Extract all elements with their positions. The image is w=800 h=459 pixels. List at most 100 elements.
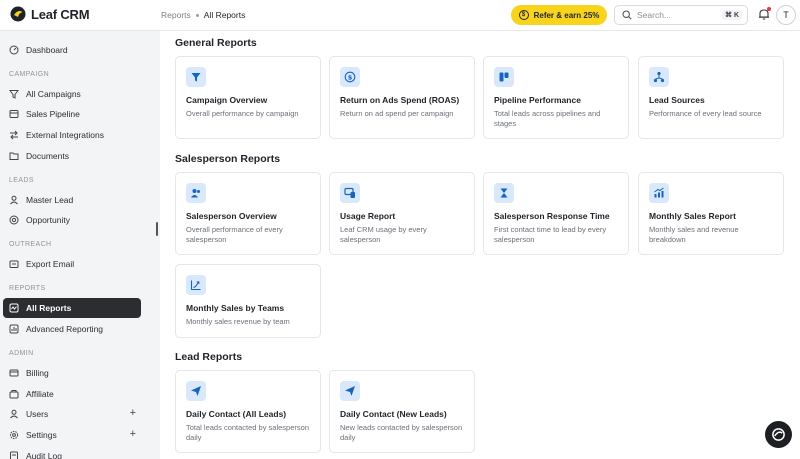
notifications-button[interactable] bbox=[757, 7, 771, 21]
section-admin: ADMIN bbox=[9, 350, 34, 357]
sidebar-item-affiliate[interactable]: Affiliate bbox=[3, 384, 141, 404]
sidebar-item-billing[interactable]: Billing bbox=[3, 363, 141, 383]
trend-up-icon bbox=[186, 275, 206, 295]
sidebar-item-label: All Reports bbox=[26, 303, 72, 313]
report-card-salesperson-overview[interactable]: Salesperson Overview Overall performance… bbox=[175, 172, 321, 255]
sidebar-item-audit-log[interactable]: Audit Log bbox=[3, 446, 141, 459]
dashboard-icon bbox=[9, 45, 19, 55]
coin-icon: $ bbox=[518, 10, 529, 20]
sidebar-item-export-email[interactable]: Export Email bbox=[3, 254, 141, 274]
general-reports-title: General Reports bbox=[175, 37, 257, 49]
card-title: Campaign Overview bbox=[186, 95, 268, 105]
audit-log-icon bbox=[10, 451, 18, 459]
export-icon bbox=[9, 260, 19, 268]
user-icon bbox=[10, 195, 18, 205]
target-icon bbox=[9, 215, 19, 225]
search-input[interactable] bbox=[637, 10, 717, 20]
sidebar-item-advanced-reporting[interactable]: Advanced Reporting bbox=[3, 319, 141, 339]
refer-earn-button[interactable]: $ Refer & earn 25% bbox=[511, 5, 607, 25]
card-description: Total leads across pipelines and stages bbox=[494, 109, 601, 128]
sources-icon bbox=[649, 67, 669, 87]
card-title: Lead Sources bbox=[649, 95, 705, 105]
card-description: Monthly sales and revenue breakdown bbox=[649, 225, 739, 244]
sidebar-item-all-reports[interactable]: All Reports bbox=[3, 298, 141, 318]
salesperson-reports-title: Salesperson Reports bbox=[175, 153, 281, 165]
sidebar-item-label: Documents bbox=[26, 151, 69, 161]
send-icon bbox=[186, 381, 206, 401]
settings-expand-plus-icon[interactable]: + bbox=[130, 428, 136, 440]
sidebar-item-settings[interactable]: Settings + bbox=[3, 425, 141, 445]
sidebar-item-opportunity[interactable]: Opportunity bbox=[3, 210, 141, 230]
affiliate-icon bbox=[9, 390, 19, 399]
sidebar-item-dashboard[interactable]: Dashboard bbox=[3, 40, 141, 60]
sidebar-item-all-campaigns[interactable]: All Campaigns bbox=[3, 84, 141, 104]
report-card-daily-contact-new-leads[interactable]: Daily Contact (New Leads) New leads cont… bbox=[329, 370, 475, 453]
card-description: Return on ad spend per campaign bbox=[340, 109, 454, 118]
section-outreach: OUTREACH bbox=[9, 241, 52, 248]
search-icon bbox=[622, 10, 632, 20]
filter-icon bbox=[9, 90, 19, 99]
bar-trend-icon bbox=[649, 183, 669, 203]
search-shortcut: ⌘ K bbox=[722, 10, 742, 20]
report-card-campaign-overview[interactable]: Campaign Overview Overall performance by… bbox=[175, 56, 321, 139]
card-description: Overall performance by campaign bbox=[186, 109, 299, 118]
report-card-monthly-sales-by-teams[interactable]: Monthly Sales by Teams Monthly sales rev… bbox=[175, 264, 321, 338]
send-icon bbox=[340, 381, 360, 401]
breadcrumb-current: All Reports bbox=[203, 10, 246, 20]
sidebar-resize-handle[interactable] bbox=[156, 222, 158, 236]
search-box[interactable]: ⌘ K bbox=[614, 5, 748, 25]
users-icon bbox=[10, 409, 18, 419]
users-expand-plus-icon[interactable]: + bbox=[130, 407, 136, 419]
section-campaign: CAMPAIGN bbox=[9, 71, 50, 78]
sidebar-item-label: Settings bbox=[26, 430, 57, 440]
dollar-cycle-icon: $ bbox=[340, 67, 360, 87]
sidebar-item-label: Opportunity bbox=[26, 215, 70, 225]
report-card-pipeline-performance[interactable]: Pipeline Performance Total leads across … bbox=[483, 56, 629, 139]
support-logo-icon bbox=[772, 428, 785, 441]
section-leads: LEADS bbox=[9, 177, 34, 184]
funnel-icon bbox=[186, 67, 206, 87]
lead-reports-title: Lead Reports bbox=[175, 351, 243, 363]
card-description: Total leads contacted by salesperson dai… bbox=[186, 423, 309, 442]
card-description: First contact time to lead by every sale… bbox=[494, 225, 607, 244]
report-card-roas[interactable]: $ Return on Ads Spend (ROAS) Return on a… bbox=[329, 56, 475, 139]
svg-text:$: $ bbox=[348, 73, 353, 81]
sidebar-item-users[interactable]: Users + bbox=[3, 404, 141, 424]
sidebar-item-sales-pipeline[interactable]: Sales Pipeline bbox=[3, 104, 141, 124]
sidebar-item-documents[interactable]: Documents bbox=[3, 146, 141, 166]
breadcrumb-reports[interactable]: Reports bbox=[161, 10, 191, 20]
chat-support-button[interactable] bbox=[765, 421, 792, 448]
report-card-monthly-sales-report[interactable]: Monthly Sales Report Monthly sales and r… bbox=[638, 172, 784, 255]
sidebar-item-label: Billing bbox=[26, 368, 49, 378]
section-reports: REPORTS bbox=[9, 285, 46, 292]
kanban-icon bbox=[494, 67, 514, 87]
card-title: Salesperson Response Time bbox=[494, 211, 610, 221]
card-description: Overall performance of every salesperson bbox=[186, 225, 283, 244]
sidebar-item-label: Affiliate bbox=[26, 389, 54, 399]
main-content: General Reports Campaign Overview Overal… bbox=[160, 31, 800, 459]
top-bar: Leaf CRM Reports All Reports $ Refer & e… bbox=[0, 0, 800, 31]
folder-icon bbox=[9, 152, 19, 160]
report-card-usage-report[interactable]: Usage Report Leaf CRM usage by every sal… bbox=[329, 172, 475, 255]
sidebar-item-label: Master Lead bbox=[26, 195, 74, 205]
avatar[interactable]: T bbox=[776, 5, 796, 25]
report-card-salesperson-response-time[interactable]: Salesperson Response Time First contact … bbox=[483, 172, 629, 255]
sidebar-item-master-lead[interactable]: Master Lead bbox=[3, 190, 141, 210]
reports-icon bbox=[9, 303, 19, 313]
card-description: Performance of every lead source bbox=[649, 109, 762, 118]
advanced-report-icon bbox=[9, 324, 19, 334]
sidebar-item-label: Dashboard bbox=[26, 45, 68, 55]
sidebar-item-label: Export Email bbox=[26, 259, 75, 269]
leaf-logo-icon bbox=[10, 6, 26, 22]
sidebar-item-label: Users bbox=[26, 409, 49, 419]
sidebar-item-label: Audit Log bbox=[26, 451, 62, 459]
card-title: Monthly Sales by Teams bbox=[186, 303, 285, 313]
brand[interactable]: Leaf CRM bbox=[10, 6, 90, 22]
notification-dot bbox=[767, 7, 771, 11]
hourglass-icon bbox=[494, 183, 514, 203]
card-title: Return on Ads Spend (ROAS) bbox=[340, 95, 460, 105]
sidebar: Dashboard CAMPAIGN All Campaigns Sales P… bbox=[0, 31, 150, 459]
report-card-lead-sources[interactable]: Lead Sources Performance of every lead s… bbox=[638, 56, 784, 139]
report-card-daily-contact-all-leads[interactable]: Daily Contact (All Leads) Total leads co… bbox=[175, 370, 321, 453]
sidebar-item-external-integrations[interactable]: External Integrations bbox=[3, 125, 141, 145]
